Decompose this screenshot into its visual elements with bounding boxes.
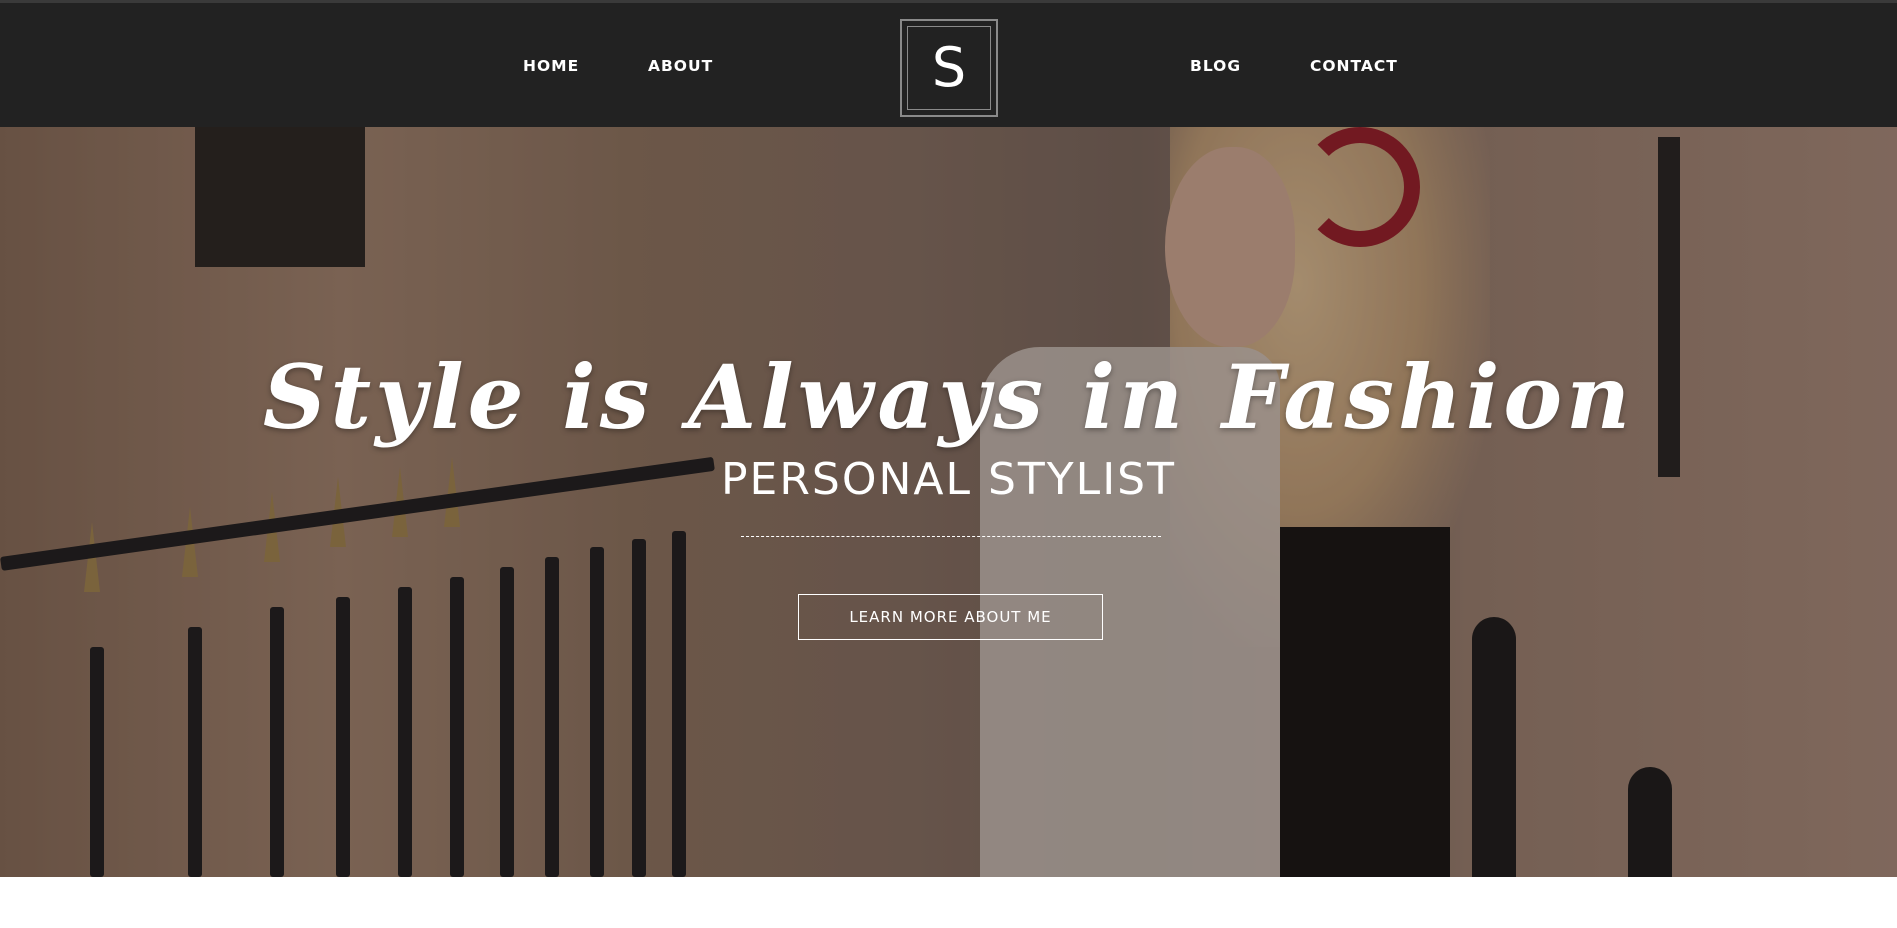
nav-home-link[interactable]: HOME [523, 56, 579, 76]
nav-contact-link[interactable]: CONTACT [1310, 56, 1398, 76]
hero-title: Style is Always in Fashion [262, 345, 1635, 449]
hero-subtitle: PERSONAL STYLIST [721, 454, 1176, 505]
site-header: HOME ABOUT S BLOG CONTACT [0, 3, 1897, 127]
nav-blog-link[interactable]: BLOG [1190, 56, 1241, 76]
hero-section: Style is Always in Fashion PERSONAL STYL… [0, 127, 1897, 877]
hero-divider [741, 536, 1161, 537]
learn-more-button[interactable]: LEARN MORE ABOUT ME [798, 594, 1103, 640]
nav-about-link[interactable]: ABOUT [648, 56, 713, 76]
logo-monogram: S [907, 26, 991, 110]
site-logo[interactable]: S [900, 19, 998, 117]
